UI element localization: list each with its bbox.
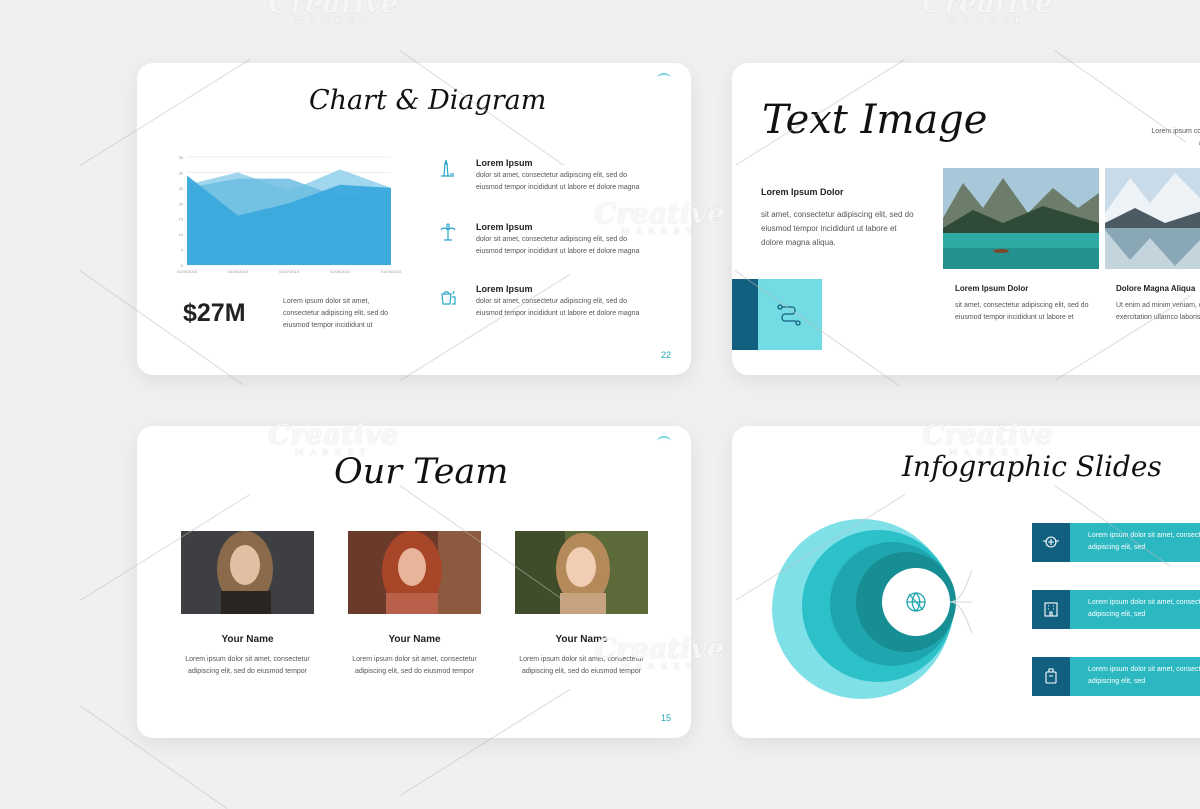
- y-tick-label: 20: [179, 201, 184, 206]
- info-text: Lorem ipsum dolor sit amet, consectetur …: [1088, 666, 1200, 685]
- corner-text: Lorem ipsum consectetur adipiscing: [1151, 128, 1200, 147]
- watermark: Creative MARKET: [922, 0, 1053, 25]
- y-tick-label: 0: [181, 263, 184, 268]
- member-name: Your Name: [388, 634, 441, 645]
- item-text: dolor sit amet, consectetur adipiscing e…: [476, 298, 640, 317]
- member-name: Your Name: [221, 634, 274, 645]
- x-tick-label: 01/07/2015: [279, 269, 300, 274]
- slide-title: Text Image: [762, 97, 988, 143]
- slide-title: Infographic Slides: [902, 450, 1162, 483]
- item-text: dolor sit amet, consectetur adipiscing e…: [476, 172, 640, 191]
- x-tick-label: 01/05/2015: [177, 269, 198, 274]
- page-number: 15: [661, 713, 672, 723]
- item-heading: Lorem Ipsum: [476, 222, 533, 232]
- stat-description: Lorem ipsum dolor sit amet, consectetur …: [283, 298, 389, 329]
- info-item-3[interactable]: Lorem ipsum dolor sit amet, consectetur …: [1032, 657, 1200, 696]
- page-number: 22: [661, 350, 672, 360]
- x-tick-label: 01/09/2015: [381, 269, 402, 274]
- caption-text: sit amet, consectetur adipiscing elit, s…: [955, 302, 1089, 321]
- y-tick-label: 10: [179, 232, 184, 237]
- plane-badge-icon: [1043, 536, 1059, 548]
- area-chart: 0 5 10 15 20 25 30 35 01/05/2015 01/06/2015 01/07/…: [177, 155, 402, 274]
- accent-block-dark: [732, 279, 758, 350]
- slide-our-team[interactable]: Our Team Your Name Lorem ipsum dolor sit…: [137, 426, 691, 738]
- bucket-icon: [441, 290, 456, 305]
- team-member-photo: [181, 531, 314, 614]
- route-icon: [777, 304, 801, 326]
- info-item-2[interactable]: Lorem ipsum dolor sit amet, consectetur …: [1032, 590, 1200, 629]
- snow-lake-photo: [1105, 168, 1200, 269]
- luggage-icon: [1045, 668, 1057, 684]
- info-text: Lorem ipsum dolor sit amet, consectetur …: [1088, 599, 1200, 618]
- member-name: Your Name: [555, 634, 608, 645]
- member-text: Lorem ipsum dolor sit amet, consectetur …: [185, 656, 310, 675]
- brand-logo: [657, 436, 671, 446]
- team-member-photo: [515, 531, 648, 614]
- y-tick-label: 30: [179, 170, 184, 175]
- hotel-icon: [1044, 602, 1058, 617]
- item-heading: Lorem Ipsum: [476, 158, 533, 168]
- concentric-crescent-diagram: [772, 519, 972, 699]
- caption-heading: Lorem Ipsum Dolor: [955, 284, 1029, 293]
- slide-title: Our Team: [334, 452, 509, 492]
- member-text: Lorem ipsum dolor sit amet, consectetur …: [519, 656, 644, 675]
- section-heading: Lorem Ipsum Dolor: [761, 187, 844, 197]
- caption-heading: Dolore Magna Aliqua: [1116, 284, 1196, 293]
- slide-chart-diagram[interactable]: Chart & Diagram 0 5 10 15 20 25 30 35 01/05/2015…: [137, 63, 691, 375]
- info-text: Lorem ipsum dolor sit amet, consectetur …: [1088, 532, 1200, 551]
- caption-text: Ut enim ad minim veniam, quis exercitati…: [1116, 302, 1200, 321]
- team-member-photo: [348, 531, 481, 614]
- x-tick-label: 01/08/2015: [330, 269, 351, 274]
- y-tick-label: 35: [179, 155, 184, 160]
- lighthouse-icon: [441, 160, 454, 177]
- slide-text-image[interactable]: Text Image Lorem ipsum consectetur adipi…: [732, 63, 1200, 375]
- item-heading: Lorem Ipsum: [476, 284, 533, 294]
- member-text: Lorem ipsum dolor sit amet, consectetur …: [352, 656, 477, 675]
- info-item-1[interactable]: Lorem ipsum dolor sit amet, consectetur …: [1032, 523, 1200, 562]
- section-body: sit amet, consectetur adipiscing elit, s…: [761, 210, 914, 247]
- slide-infographic[interactable]: Infographic Slides Lorem ipsum dolor sit…: [732, 426, 1200, 738]
- stat-value: $27M: [183, 299, 246, 327]
- brand-logo: [657, 73, 671, 83]
- lake-mountains-photo: [943, 168, 1099, 269]
- palm-tree-icon: [440, 223, 456, 241]
- y-tick-label: 25: [179, 186, 184, 191]
- slide-title: Chart & Diagram: [309, 85, 547, 116]
- item-text: dolor sit amet, consectetur adipiscing e…: [476, 236, 640, 255]
- y-tick-label: 5: [181, 248, 184, 253]
- y-tick-label: 15: [179, 217, 184, 222]
- x-tick-label: 01/06/2015: [228, 269, 249, 274]
- watermark: Creative MARKET: [268, 0, 399, 25]
